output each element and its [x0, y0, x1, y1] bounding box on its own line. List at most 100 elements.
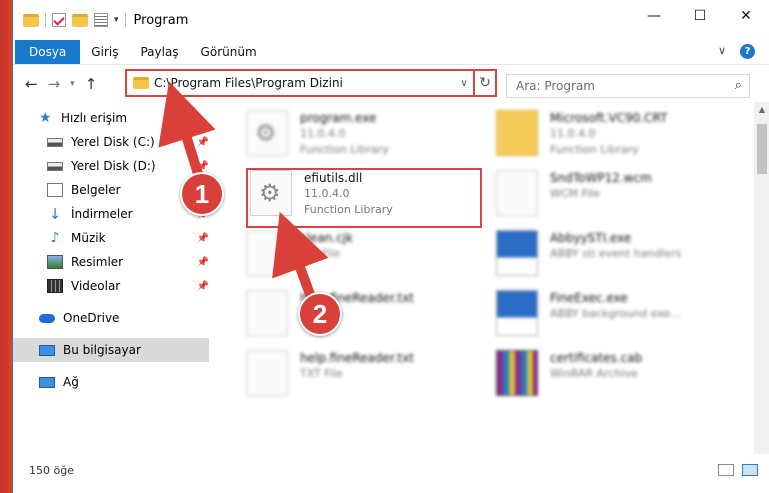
tab-share[interactable]: Paylaş	[129, 40, 189, 64]
file-item[interactable]: program.exe 11.0.4.0 Function Library	[246, 110, 389, 166]
gear-doc-icon	[246, 110, 288, 156]
address-dropdown-icon[interactable]: ∨	[455, 78, 473, 89]
back-arrow-icon[interactable]: ←	[25, 75, 38, 93]
sidebar-item-label: OneDrive	[63, 311, 120, 325]
document-icon	[496, 170, 538, 216]
sidebar-item-local-disk-c[interactable]: Yerel Disk (C:) 📌	[13, 130, 209, 154]
document-icon	[246, 350, 288, 396]
search-placeholder: Ara: Program	[516, 79, 595, 93]
search-icon[interactable]: ⌕	[735, 78, 742, 93]
new-folder-icon[interactable]	[72, 13, 88, 27]
window-controls: — ☐ ✕	[631, 0, 769, 32]
maximize-button[interactable]: ☐	[677, 0, 723, 32]
cloud-icon	[39, 313, 55, 323]
scroll-up-icon[interactable]: ▲	[754, 102, 769, 118]
pin-icon[interactable]: 📌	[197, 161, 209, 172]
explorer-window: ▾ Program — ☐ ✕ Dosya Giriş Paylaş Görün…	[12, 0, 769, 493]
documents-icon	[47, 183, 63, 197]
address-bar[interactable]: C:\Program Files\Program Dizini ∨ ↻	[125, 69, 497, 97]
star-icon: ★	[39, 110, 52, 126]
file-item[interactable]: AbbyySTI.exe ABBY sti event handlers	[496, 230, 681, 286]
minimize-button[interactable]: —	[631, 0, 677, 32]
forward-arrow-icon[interactable]: →	[48, 75, 61, 93]
file-name: AbbyySTI.exe	[550, 231, 632, 245]
sidebar-item-label: Belgeler	[71, 183, 121, 197]
file-description: Function Library	[550, 143, 639, 156]
file-name: SndToWP12.wcm	[550, 171, 652, 185]
sidebar-item-label: Müzik	[71, 231, 106, 245]
file-version: 11.0.4.0	[550, 127, 596, 140]
sidebar-item-label: Ağ	[63, 375, 79, 389]
sidebar-item-label: İndirmeler	[71, 207, 133, 221]
pin-icon[interactable]: 📌	[197, 257, 209, 268]
help-icon[interactable]: ?	[740, 44, 755, 59]
search-input[interactable]: Ara: Program ⌕	[506, 74, 750, 98]
ribbon-right-controls: ∨ ?	[718, 44, 755, 59]
sidebar-item-label: Yerel Disk (D:)	[71, 159, 156, 173]
sidebar-item-pictures[interactable]: Resimler 📌	[13, 250, 209, 274]
expand-ribbon-icon[interactable]: ∨	[718, 44, 726, 59]
sidebar-item-label: Yerel Disk (C:)	[71, 135, 155, 149]
file-item[interactable]: FineExec.exe ABBY background exe...	[496, 290, 681, 346]
exe-icon	[496, 230, 538, 276]
highlight-box	[246, 168, 482, 228]
exe-icon	[496, 290, 538, 336]
pin-icon[interactable]: 📌	[197, 137, 209, 148]
sidebar-item-quick-access[interactable]: ★ Hızlı erişim	[13, 106, 209, 130]
recent-locations-icon[interactable]: ▾	[70, 79, 75, 89]
customize-dropdown-icon[interactable]: ▾	[114, 15, 119, 25]
folder-icon[interactable]	[23, 13, 39, 27]
close-button[interactable]: ✕	[723, 0, 769, 32]
tab-home[interactable]: Giriş	[80, 40, 129, 64]
file-item[interactable]: Microsoft.VC90.CRT 11.0.4.0 Function Lib…	[496, 110, 667, 166]
up-arrow-icon[interactable]: ↑	[85, 75, 98, 93]
music-icon: ♪	[50, 230, 60, 246]
sidebar-item-videos[interactable]: Videolar 📌	[13, 274, 209, 298]
tab-view[interactable]: Görünüm	[190, 40, 268, 64]
view-switcher	[718, 464, 758, 476]
address-path[interactable]: C:\Program Files\Program Dizini	[154, 76, 455, 90]
file-item[interactable]: SndToWP12.wcm WCM File	[496, 170, 652, 226]
scrollbar-thumb[interactable]	[757, 124, 767, 174]
callout-step-2: 2	[298, 292, 342, 336]
file-name: help.fineReader.txt	[300, 351, 414, 365]
details-view-icon[interactable]	[718, 464, 734, 476]
tab-file[interactable]: Dosya	[15, 40, 81, 64]
network-icon	[39, 376, 55, 388]
pin-icon[interactable]: 📌	[197, 281, 209, 292]
title-bar: ▾ Program — ☐ ✕	[13, 0, 769, 40]
sidebar-item-this-pc[interactable]: Bu bilgisayar	[13, 338, 209, 362]
navigation-pane: ★ Hızlı erişim Yerel Disk (C:) 📌 Yerel D…	[13, 106, 209, 456]
file-item[interactable]: help.fineReader.txt TXT File	[246, 350, 414, 406]
document-icon	[246, 230, 288, 276]
properties-icon[interactable]	[94, 13, 108, 27]
file-item[interactable]: clean.cjk CJK File	[246, 230, 353, 286]
file-type: TXT File	[300, 367, 343, 380]
computer-icon	[39, 344, 55, 356]
file-item[interactable]: certificates.cab WinRAR Archive	[496, 350, 642, 406]
separator	[45, 13, 46, 27]
large-icons-view-icon[interactable]	[742, 464, 758, 476]
sidebar-item-onedrive[interactable]: OneDrive	[13, 306, 209, 330]
vertical-scrollbar[interactable]: ▲	[754, 102, 769, 454]
pin-icon[interactable]: 📌	[197, 233, 209, 244]
file-name: FineExec.exe	[550, 291, 628, 305]
file-type: ABBY background exe...	[550, 307, 681, 320]
file-type: WinRAR Archive	[550, 367, 638, 380]
sidebar-item-music[interactable]: ♪ Müzik 📌	[13, 226, 209, 250]
sidebar-item-label: Hızlı erişim	[61, 111, 128, 125]
refresh-icon[interactable]: ↻	[473, 71, 495, 95]
item-count: 150 öğe	[29, 463, 74, 477]
drive-icon	[47, 137, 63, 147]
sidebar-item-label: Resimler	[71, 255, 124, 269]
sidebar-item-downloads[interactable]: ↓ İndirmeler 📌	[13, 202, 209, 226]
drive-icon	[47, 161, 63, 171]
callout-step-1: 1	[180, 172, 224, 216]
sidebar-item-local-disk-d[interactable]: Yerel Disk (D:) 📌	[13, 154, 209, 178]
sidebar-item-network[interactable]: Ağ	[13, 370, 209, 394]
file-name: Microsoft.VC90.CRT	[550, 111, 668, 125]
status-bar: 150 öğe	[13, 458, 769, 482]
properties-check-icon[interactable]	[52, 13, 66, 27]
ribbon-tabs: Dosya Giriş Paylaş Görünüm ∨ ?	[13, 40, 769, 64]
document-icon	[246, 290, 288, 336]
